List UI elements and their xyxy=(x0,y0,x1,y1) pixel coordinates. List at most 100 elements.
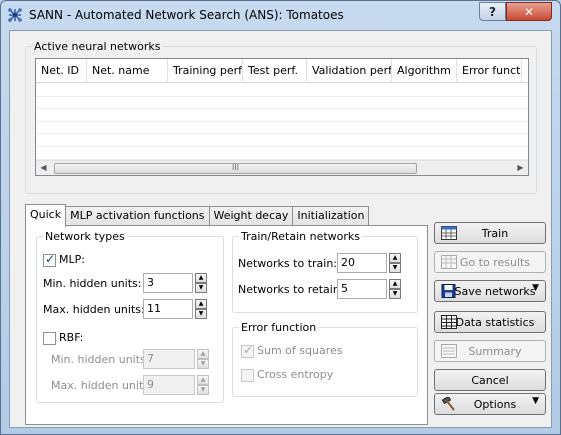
rbf-checkbox-row[interactable]: RBF: xyxy=(43,331,83,345)
spin-down-icon[interactable]: ▼ xyxy=(389,263,401,273)
mlp-min-spin-buttons[interactable]: ▲ ▼ xyxy=(195,273,207,293)
networks-to-retain-input[interactable]: 5 xyxy=(337,279,387,299)
horizontal-scrollbar[interactable]: ◀ III ▶ xyxy=(36,160,528,175)
rbf-min-input: 7 xyxy=(143,349,195,369)
results-grid-icon xyxy=(441,255,457,269)
summary-label: Summary xyxy=(468,344,522,358)
title-bar[interactable]: SANN - Automated Network Search (ANS): T… xyxy=(1,1,560,29)
table-row xyxy=(36,84,528,97)
retain-spin-buttons[interactable]: ▲ ▼ xyxy=(389,279,401,299)
col-h[interactable]: H xyxy=(522,59,528,83)
rbf-max-label: Max. hidden units: xyxy=(51,379,153,392)
cross-entropy-label: Cross entropy xyxy=(257,368,334,381)
networks-grid[interactable]: Net. ID Net. name Training perf. Test pe… xyxy=(35,58,529,176)
options-button[interactable]: Options ▼ xyxy=(434,393,546,415)
mlp-min-label: Min. hidden units: xyxy=(43,277,142,290)
dropdown-arrow-icon: ▼ xyxy=(532,396,539,406)
scroll-thumb[interactable]: III xyxy=(54,163,417,174)
table-row xyxy=(36,134,528,147)
train-retain-label: Train/Retain networks xyxy=(239,230,362,243)
summary-sheet-icon xyxy=(441,344,457,358)
col-net-name[interactable]: Net. name xyxy=(87,59,168,83)
spin-down-icon[interactable]: ▼ xyxy=(195,309,207,319)
spin-up-icon: ▲ xyxy=(197,375,209,385)
spin-up-icon[interactable]: ▲ xyxy=(195,299,207,309)
network-types-group: Network types MLP: Min. hidden units: 3 … xyxy=(36,230,224,403)
rbf-min-spin-buttons: ▲ ▼ xyxy=(197,349,209,369)
active-networks-group: Active neural networks Net. ID Net. name… xyxy=(25,40,537,194)
table-row xyxy=(36,122,528,135)
networks-to-train-input[interactable]: 20 xyxy=(337,253,387,273)
mlp-checkbox[interactable] xyxy=(43,252,56,267)
sum-of-squares-checkbox xyxy=(241,343,254,358)
cross-entropy-checkbox xyxy=(241,368,254,382)
data-table-icon xyxy=(441,315,457,329)
options-label: Options xyxy=(473,397,517,411)
mlp-label: MLP: xyxy=(59,253,85,266)
col-training-perf[interactable]: Training perf. xyxy=(168,59,243,83)
table-row xyxy=(36,109,528,122)
table-row xyxy=(36,97,528,110)
mlp-min-input[interactable]: 3 xyxy=(143,273,193,293)
app-icon xyxy=(8,8,22,22)
train-retain-group: Train/Retain networks Networks to train:… xyxy=(232,230,418,313)
train-spin-buttons[interactable]: ▲ ▼ xyxy=(389,253,401,273)
data-statistics-label: Data statistics xyxy=(455,315,535,329)
tab-quick[interactable]: Quick xyxy=(25,204,67,227)
error-function-label: Error function xyxy=(239,321,319,334)
sum-of-squares-label: Sum of squares xyxy=(257,344,343,357)
col-error-funct[interactable]: Error funct. xyxy=(457,59,522,83)
spin-down-icon[interactable]: ▼ xyxy=(195,283,207,293)
cancel-button[interactable]: Cancel xyxy=(434,369,546,391)
col-algorithm[interactable]: Algorithm xyxy=(392,59,457,83)
col-validation-perf[interactable]: Validation perf. xyxy=(307,59,392,83)
spin-up-icon: ▲ xyxy=(197,349,209,359)
spin-down-icon[interactable]: ▼ xyxy=(389,289,401,299)
active-networks-label: Active neural networks xyxy=(32,40,163,53)
error-function-group: Error function Sum of squares Cross entr… xyxy=(232,321,418,397)
mlp-max-label: Max. hidden units: xyxy=(43,303,145,316)
mlp-checkbox-row[interactable]: MLP: xyxy=(43,252,85,267)
cross-entropy-row: Cross entropy xyxy=(241,368,333,382)
data-statistics-button[interactable]: Data statistics xyxy=(434,311,546,333)
save-networks-label: Save networks xyxy=(454,284,536,298)
train-label: Train xyxy=(481,226,509,240)
spin-up-icon[interactable]: ▲ xyxy=(195,273,207,283)
col-net-id[interactable]: Net. ID xyxy=(36,59,87,83)
networks-to-train-label: Networks to train: xyxy=(238,257,338,270)
train-grid-icon xyxy=(441,226,457,240)
spin-up-icon[interactable]: ▲ xyxy=(389,279,401,289)
cancel-label: Cancel xyxy=(471,373,509,387)
hammer-icon xyxy=(441,397,455,411)
save-networks-button[interactable]: Save networks ▼ xyxy=(434,280,546,302)
rbf-checkbox[interactable] xyxy=(43,331,56,345)
summary-button[interactable]: Summary xyxy=(434,340,546,362)
mlp-max-input[interactable]: 11 xyxy=(143,299,193,319)
sum-of-squares-row: Sum of squares xyxy=(241,343,343,358)
floppy-disk-icon xyxy=(441,284,456,298)
train-button[interactable]: Train xyxy=(434,222,546,244)
network-types-label: Network types xyxy=(43,230,127,243)
tab-weight-decay[interactable]: Weight decay xyxy=(208,206,294,226)
scroll-left-icon[interactable]: ◀ xyxy=(36,161,51,175)
table-row xyxy=(36,147,528,160)
rbf-label: RBF: xyxy=(59,331,84,344)
go-to-results-button[interactable]: Go to results xyxy=(434,251,546,273)
grid-header: Net. ID Net. name Training perf. Test pe… xyxy=(36,59,528,83)
tab-mlp-activation-functions[interactable]: MLP activation functions xyxy=(65,206,210,226)
scroll-right-icon[interactable]: ▶ xyxy=(513,161,528,175)
ans-window: SANN - Automated Network Search (ANS): T… xyxy=(0,0,561,435)
go-to-results-label: Go to results xyxy=(459,255,531,269)
rbf-max-spin-buttons: ▲ ▼ xyxy=(197,375,209,395)
close-button[interactable]: ✕ xyxy=(506,2,552,21)
help-button[interactable]: ? xyxy=(479,2,506,21)
tab-initialization[interactable]: Initialization xyxy=(292,206,370,226)
spin-down-icon: ▼ xyxy=(197,385,209,395)
mlp-max-spin-buttons[interactable]: ▲ ▼ xyxy=(195,299,207,319)
col-test-perf[interactable]: Test perf. xyxy=(243,59,307,83)
rbf-max-input: 9 xyxy=(143,375,195,395)
rbf-min-label: Min. hidden units: xyxy=(51,353,150,366)
window-title: SANN - Automated Network Search (ANS): T… xyxy=(29,8,344,22)
dialog-client-area: Active neural networks Net. ID Net. name… xyxy=(9,30,552,428)
spin-up-icon[interactable]: ▲ xyxy=(389,253,401,263)
